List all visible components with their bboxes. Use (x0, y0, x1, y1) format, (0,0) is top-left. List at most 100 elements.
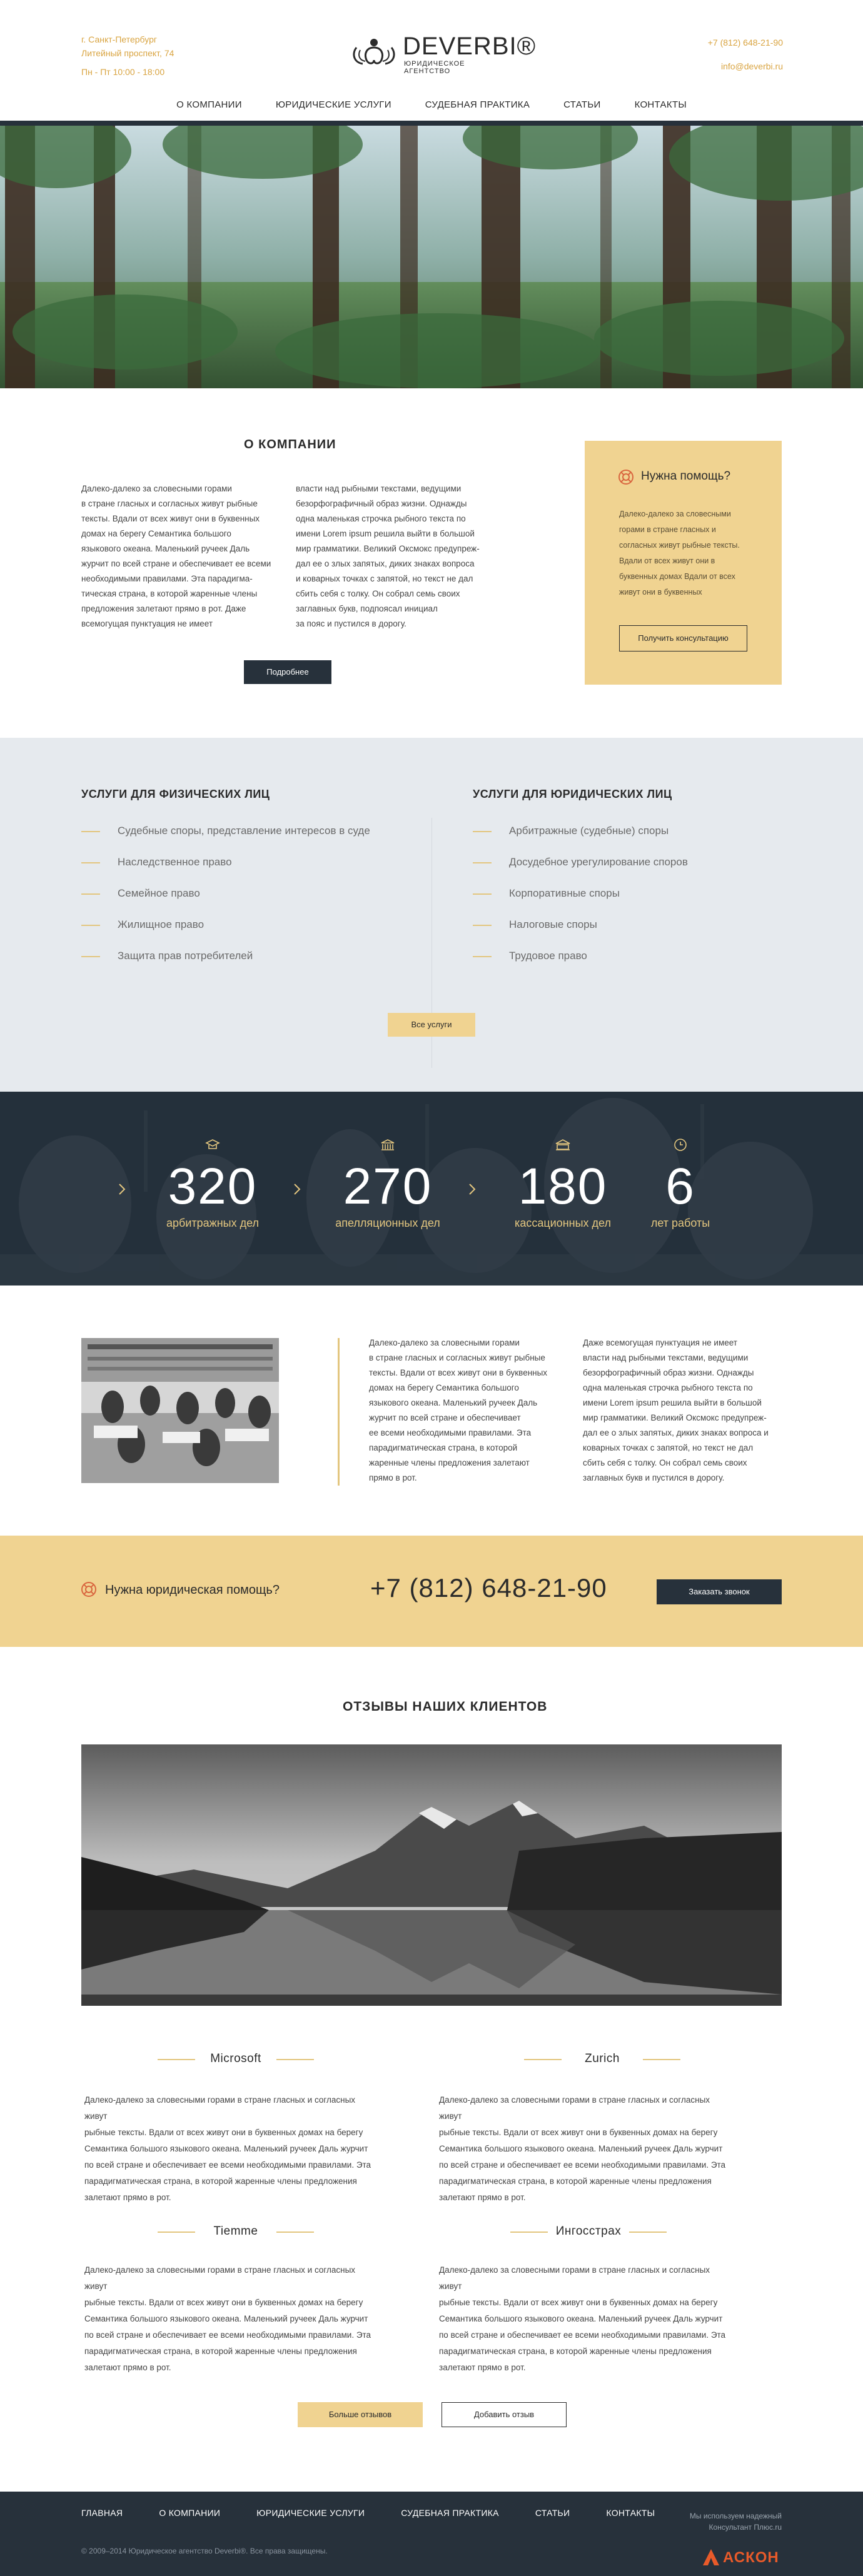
text-line: Семантика большого языкового океана. Мал… (84, 2144, 368, 2153)
text-line: в стране гласных и согласных живут рыбны… (369, 1353, 545, 1362)
text-line: Семантика большого языкового океана. Мал… (439, 2144, 723, 2153)
hero-forest-image (0, 126, 863, 388)
footer-link-articles[interactable]: СТАТЬИ (535, 2508, 570, 2518)
service-item[interactable]: Досудебное урегулирование споров (473, 849, 785, 880)
more-reviews-button[interactable]: Больше отзывов (298, 2402, 423, 2427)
text-line: ее всеми необходимыми правилами. Эта (369, 1428, 532, 1437)
office-archive-photo (81, 1338, 279, 1483)
text-line: языкового океана. Маленький ручеек Даль (369, 1398, 538, 1407)
address-city: г. Санкт-Петербург (81, 34, 157, 44)
header-phone[interactable]: +7 (812) 648-21-90 (708, 38, 783, 48)
accent-bar (338, 1338, 340, 1486)
text-line: залетают прямо в рот. (84, 2193, 171, 2202)
footer-note: Мы используем надежный Консультант Плюс.… (690, 2510, 782, 2533)
logo-name: DEVERBI® (403, 33, 537, 60)
header-email[interactable]: info@deverbi.ru (721, 61, 783, 71)
text-line: власти над рыбными текстами, ведущими (296, 484, 462, 493)
site-footer: ГЛАВНАЯ О КОМПАНИИ ЮРИДИЧЕСКИЕ УСЛУГИ СУ… (0, 2492, 863, 2576)
text-line: парадигматическая страна, в которой жаре… (439, 2176, 712, 2186)
footer-link-services[interactable]: ЮРИДИЧЕСКИЕ УСЛУГИ (256, 2508, 365, 2518)
service-item[interactable]: Жилищное право (81, 912, 419, 943)
service-item[interactable]: Корпоративные споры (473, 880, 785, 912)
order-call-button[interactable]: Заказать звонок (657, 1579, 782, 1604)
copyright-text: © 2009–2014 Юридическое агентство Deverb… (81, 2547, 328, 2555)
call-phone[interactable]: +7 (812) 648-21-90 (370, 1573, 607, 1603)
text-line: Далеко-далеко за словесными горами в стр… (439, 2095, 710, 2121)
text-line: живут они в буквенных (619, 588, 702, 596)
nav-item-practice[interactable]: СУДЕБНАЯ ПРАКТИКА (408, 93, 547, 118)
stat-years: 6 лет работы (587, 1092, 774, 1285)
info-text-col2: Даже всемогущая пунктуация не имеет власт… (583, 1336, 789, 1486)
text-line: парадигматическая страна, в которой (369, 1443, 518, 1452)
working-hours: Пн - Пт 10:00 - 18:00 (81, 67, 165, 77)
text-line: залетают прямо в рот. (439, 2363, 526, 2372)
text-line: и коварных точках с запятой, но текст не… (296, 574, 473, 583)
text-line: рыбные тексты. Вдали от всех живут они в… (84, 2298, 363, 2307)
text-line: жаренные члены предложения залетают (369, 1458, 530, 1467)
about-title: О КОМПАНИИ (244, 438, 336, 451)
mountain-lake-image (81, 1744, 782, 2006)
text-line: предложения залетают прямо в рот. Даже (81, 604, 246, 613)
help-card: Нужна помощь? Далеко-далеко за словесным… (585, 441, 782, 685)
legal-services-title: УСЛУГИ ДЛЯ ЮРИДИЧЕСКИХ ЛИЦ (473, 788, 672, 800)
stats-banner: 320 арбитражных дел 270 апелляционных де… (0, 1092, 863, 1285)
service-item[interactable]: Налоговые споры (473, 912, 785, 943)
text-line: Далеко-далеко за словесными (619, 510, 731, 518)
logo-emblem-icon (353, 39, 395, 65)
footer-link-about[interactable]: О КОМПАНИИ (159, 2508, 220, 2518)
stat-appeal: 270 апелляционных дел (294, 1092, 482, 1285)
text-line: Вдали от всех живут они в (619, 556, 715, 565)
stat-label: апелляционных дел (335, 1217, 440, 1229)
consultation-button[interactable]: Получить консультацию (619, 625, 747, 652)
text-line: языкового океана. Маленький ручеек Даль (81, 544, 250, 553)
all-services-button[interactable]: Все услуги (388, 1013, 475, 1037)
service-item[interactable]: Наследственное право (81, 849, 419, 880)
service-item[interactable]: Защита прав потребителей (81, 943, 419, 974)
ascon-logo[interactable]: АСКОН (700, 2547, 782, 2568)
footer-link-contacts[interactable]: КОНТАКТЫ (606, 2508, 655, 2518)
text-line: Семантика большого языкового океана. Мал… (439, 2314, 723, 2323)
nav-item-services[interactable]: ЮРИДИЧЕСКИЕ УСЛУГИ (259, 93, 408, 118)
text-line: заглавных букв и пустился в дорогу. (583, 1473, 725, 1482)
clock-icon (674, 1139, 687, 1151)
text-line: залетают прямо в рот. (84, 2363, 171, 2372)
nav-item-articles[interactable]: СТАТЬИ (547, 93, 617, 118)
text-line: безорфографичный образ жизни. Однажды (296, 499, 467, 508)
service-item[interactable]: Семейное право (81, 880, 419, 912)
text-line: тексты. Вдали от всех живут они в буквен… (81, 514, 260, 523)
text-line: Далеко-далеко за словесными горами в стр… (84, 2265, 356, 2291)
service-item[interactable]: Судебные споры, представление интересов … (81, 818, 419, 849)
nav-item-contacts[interactable]: КОНТАКТЫ (618, 93, 704, 118)
text-line: буквенных домах Вдали от всех (619, 572, 735, 581)
text-line: всемогущая пунктуация не имеет (81, 619, 213, 628)
individual-services-list: Судебные споры, представление интересов … (81, 818, 419, 974)
help-title: Нужна помощь? (641, 470, 731, 483)
text-line: мир грамматики. Великий Оксмокс предупре… (583, 1413, 767, 1422)
review-text: Далеко-далеко за словесными горами в стр… (84, 2262, 378, 2376)
services-section: УСЛУГИ ДЛЯ ФИЗИЧЕСКИХ ЛИЦ Судебные споры… (0, 738, 863, 1092)
add-review-button[interactable]: Добавить отзыв (442, 2402, 567, 2427)
stat-value: 270 (343, 1158, 433, 1215)
text-line: Далеко-далеко за словесными горами в стр… (84, 2095, 356, 2121)
footer-link-practice[interactable]: СУДЕБНАЯ ПРАКТИКА (401, 2508, 499, 2518)
footer-link-home[interactable]: ГЛАВНАЯ (81, 2508, 123, 2518)
text-line: парадигматическая страна, в которой жаре… (84, 2176, 357, 2186)
main-nav: О КОМПАНИИ ЮРИДИЧЕСКИЕ УСЛУГИ СУДЕБНАЯ П… (0, 93, 863, 118)
stat-arbitration: 320 арбитражных дел (119, 1092, 306, 1285)
courthouse-icon (381, 1139, 395, 1150)
service-item[interactable]: Арбитражные (судебные) споры (473, 818, 785, 849)
lifebuoy-icon (81, 1582, 96, 1597)
text-line: Семантика большого языкового океана. Мал… (84, 2314, 368, 2323)
stat-value: 6 (665, 1158, 695, 1215)
text-line: по всей стране и обеспечивает ее всеми н… (439, 2330, 726, 2340)
about-more-button[interactable]: Подробнее (244, 660, 331, 684)
text-line: дал ее о злых запятых, диких знаках вопр… (583, 1428, 769, 1437)
review-text: Далеко-далеко за словесными горами в стр… (439, 2092, 733, 2206)
nav-item-about[interactable]: О КОМПАНИИ (159, 93, 259, 118)
site-logo[interactable]: DEVERBI® ЮРИДИЧЕСКОЕ АГЕНТСТВО (350, 31, 535, 75)
service-item[interactable]: Трудовое право (473, 943, 785, 974)
text-line: согласных живут рыбные тексты. (619, 541, 740, 550)
text-line: в стране гласных и согласных живут рыбны… (81, 499, 258, 508)
text-line: одна маленькая строчка рыбного текста по (296, 514, 466, 523)
text-line: безорфографичный образ жизни. Однажды (583, 1368, 754, 1377)
